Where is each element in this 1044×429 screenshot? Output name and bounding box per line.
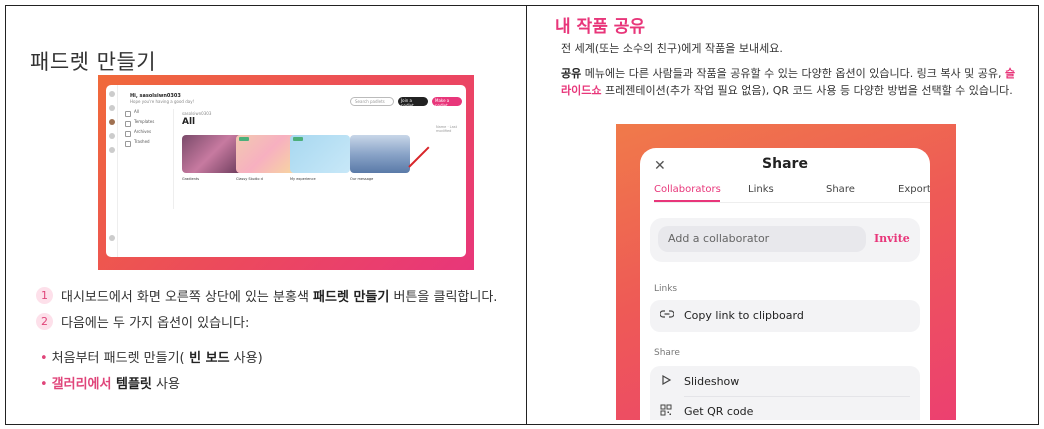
bullet-dot: • xyxy=(40,377,48,392)
option-divider xyxy=(684,396,910,397)
step-text: 버튼을 클릭합니다. xyxy=(389,290,498,305)
step-text: 다음에는 두 가지 옵션이 있습니다: xyxy=(61,316,250,331)
para-text: 메뉴에는 다른 사람들과 작품을 공유할 수 있는 다양한 옵션이 있습니다. … xyxy=(581,67,1006,80)
bullet-text: 처음부터 패드렛 만들기( xyxy=(51,351,185,366)
thumbnail-caption: Classy Studio d xyxy=(236,177,263,181)
copy-link-label: Copy link to clipboard xyxy=(684,309,804,322)
bullet-emphasis: 빈 보드 xyxy=(184,351,230,366)
rail-icon xyxy=(109,147,115,153)
step-emphasis: 패드렛 만들기 xyxy=(313,290,390,305)
dashboard-rail xyxy=(106,85,118,257)
nav-item-all: All xyxy=(122,109,173,119)
copy-link-row[interactable]: Copy link to clipboard xyxy=(650,300,920,332)
thumbnail-caption: My experience xyxy=(290,177,316,181)
padlet-thumbnail xyxy=(182,135,242,173)
dashboard-window: Hi, sasolsiwn0303 Hope you're having a g… xyxy=(106,85,466,257)
link-icon xyxy=(659,308,675,323)
qr-code-icon xyxy=(660,404,672,419)
links-heading: Links xyxy=(654,284,678,294)
step-1: 1 대시보드에서 화면 오른쪽 상단에 있는 분홍색 패드렛 만들기 버튼을 클릭… xyxy=(36,286,497,305)
thumbnail-caption: Our message xyxy=(350,177,374,181)
dashboard-search: Search padlets xyxy=(350,97,394,106)
dashboard-sort: Name · Last modified xyxy=(436,125,457,133)
slideshow-option[interactable]: Slideshow xyxy=(684,375,739,388)
nav-item-trashed: Trashed xyxy=(122,139,173,149)
qr-code-option[interactable]: Get QR code xyxy=(684,405,753,418)
dashboard-account: sasolsiwn0303 xyxy=(182,111,212,116)
dashboard-screenshot: Hi, sasolsiwn0303 Hope you're having a g… xyxy=(98,75,474,270)
share-options: Slideshow Get QR code xyxy=(650,366,920,420)
share-screenshot: ✕ Share Collaborators Links Share Export… xyxy=(616,124,956,420)
share-heading: Share xyxy=(654,348,680,358)
tab-links[interactable]: Links xyxy=(748,184,774,195)
step-text: 대시보드에서 화면 오른쪽 상단에 있는 분홍색 xyxy=(61,290,314,305)
play-icon xyxy=(660,374,672,389)
join-padlet-button: Join a padlet xyxy=(398,97,428,108)
make-padlet-button: Make a padlet xyxy=(432,97,462,108)
step-number: 2 xyxy=(36,313,53,330)
share-intro: 전 세계(또는 소수의 친구)에게 작품을 보내세요. xyxy=(561,42,783,55)
column-divider xyxy=(526,6,527,424)
rail-icon xyxy=(109,133,115,139)
para-text: 프레젠테이션(추가 작업 필요 없음), QR 코드 사용 등 다양한 방법을 … xyxy=(601,84,1013,97)
dashboard-nav: All Templates Archives Trashed xyxy=(122,109,174,209)
bullet-text: 사용) xyxy=(229,351,263,366)
bullet-dot: • xyxy=(40,351,48,366)
collaborator-box: Add a collaborator Invite xyxy=(650,218,920,262)
para-emphasis: 공유 xyxy=(561,67,582,80)
template-tag xyxy=(293,137,303,141)
thumbnail-caption: Gradients xyxy=(182,177,200,181)
bullet-link: 갤러리에서 xyxy=(51,377,112,392)
tab-share[interactable]: Share xyxy=(826,184,855,195)
section-title-share: 내 작품 공유 xyxy=(555,17,646,37)
tab-collaborators[interactable]: Collaborators xyxy=(654,184,721,195)
share-modal: ✕ Share Collaborators Links Share Export… xyxy=(640,148,930,420)
bullet-gallery-template: • 갤러리에서 템플릿 사용 xyxy=(40,373,180,392)
rail-icon xyxy=(109,91,115,97)
rail-icon xyxy=(109,235,115,241)
collaborator-input[interactable]: Add a collaborator xyxy=(658,226,866,252)
rail-icon xyxy=(109,105,115,111)
bullet-text: 사용 xyxy=(151,377,180,392)
share-modal-title: Share xyxy=(762,156,808,172)
avatar xyxy=(109,119,115,125)
nav-item-templates: Templates xyxy=(122,119,173,129)
tab-export[interactable]: Export xyxy=(898,184,930,195)
invite-button[interactable]: Invite xyxy=(874,232,910,245)
tab-divider xyxy=(654,202,930,203)
step-2: 2 다음에는 두 가지 옵션이 있습니다: xyxy=(36,312,249,331)
template-tag xyxy=(239,137,249,141)
step-number: 1 xyxy=(36,287,53,304)
bullet-emphasis: 템플릿 xyxy=(111,377,152,392)
share-description: 공유 메뉴에는 다른 사람들과 작품을 공유할 수 있는 다양한 옵션이 있습니… xyxy=(561,65,1023,99)
dashboard-section-title: All xyxy=(182,117,196,127)
nav-item-archives: Archives xyxy=(122,129,173,139)
section-title-create: 패드렛 만들기 xyxy=(30,50,157,74)
padlet-thumbnail xyxy=(350,135,410,173)
dashboard-subgreeting: Hope you're having a good day! xyxy=(130,99,195,104)
pointer-arrow xyxy=(408,146,430,168)
bullet-blank-board: • 처음부터 패드렛 만들기( 빈 보드 사용) xyxy=(40,347,263,366)
